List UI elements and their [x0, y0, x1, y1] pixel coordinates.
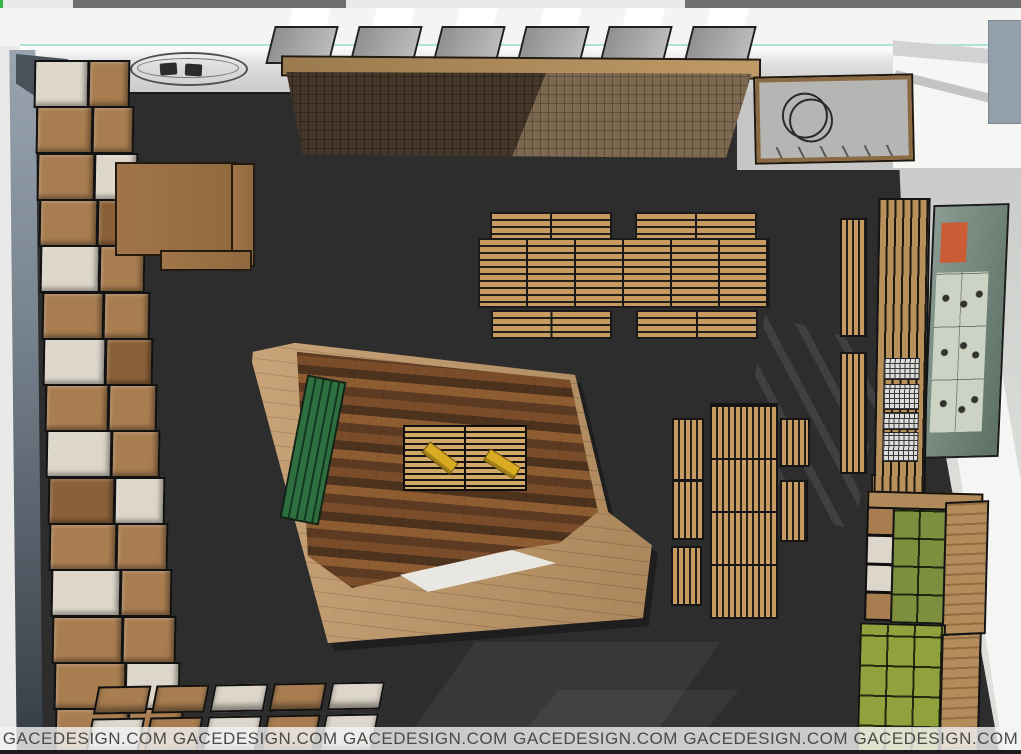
- skylight-row: [270, 8, 790, 62]
- shelf-cell: [210, 684, 269, 713]
- shelf-cell: [93, 108, 133, 152]
- shelf-row: [35, 106, 134, 154]
- shelf-row: [46, 430, 161, 478]
- slat-bench: [840, 352, 867, 474]
- shelf-cell: [45, 340, 105, 384]
- shelf-cell: [42, 247, 99, 291]
- wire-basket: [882, 432, 919, 462]
- shelf-row: [50, 569, 172, 617]
- poster-orange-stamp: [940, 222, 968, 263]
- watermark-bar: GACEDESIGN.COM GACEDESIGN.COM GACEDESIGN…: [0, 727, 1021, 750]
- watermark-text: GACEDESIGN.COM: [513, 729, 678, 749]
- green-shelf-section-1: [890, 507, 949, 624]
- shelf-cell: [107, 340, 151, 384]
- work-desk-extension: [160, 250, 252, 271]
- shelf-cell: [112, 432, 158, 476]
- shelf-row: [44, 384, 157, 432]
- shelf-cell: [90, 62, 129, 106]
- shelf-cell: [39, 155, 94, 199]
- shelf-cell: [868, 509, 893, 535]
- platform-slat-table: [403, 425, 527, 491]
- shelf-cell: [268, 683, 327, 712]
- green-shelf-wood-top-1: [942, 500, 990, 636]
- slat-bench: [780, 480, 808, 542]
- wall-poster: [922, 203, 1009, 459]
- shelf-row: [49, 523, 169, 571]
- shelf-cell: [46, 386, 107, 430]
- top-edge-strip-right: [685, 0, 1021, 8]
- wire-basket: [883, 358, 919, 380]
- counter-hatch-lines: [761, 144, 909, 158]
- top-edge-strip-left: [73, 0, 346, 8]
- shelf-cell: [115, 479, 162, 523]
- shelf-cell: [51, 525, 116, 569]
- wire-basket: [883, 412, 919, 430]
- counter-round-top-offset: [789, 98, 834, 143]
- shelf-row: [52, 616, 176, 664]
- shelf-cell: [866, 593, 891, 619]
- display-rack: [873, 198, 930, 496]
- shelf-cell: [48, 432, 111, 476]
- reception-counter: [755, 75, 913, 162]
- shelf-cell: [52, 571, 118, 615]
- shelf-cell: [104, 294, 147, 338]
- slat-bench: [840, 218, 867, 337]
- slat-bench: [672, 418, 704, 481]
- right-edge-window-panel: [988, 20, 1021, 124]
- shelf-cell: [37, 108, 90, 152]
- slat-bench: [671, 546, 702, 606]
- poster-image-grid: [930, 272, 989, 433]
- shelf-cell: [93, 686, 152, 715]
- watermark-text: GACEDESIGN.COM: [683, 729, 848, 749]
- slat-bench: [780, 418, 810, 467]
- shelf-row: [93, 682, 385, 715]
- slat-table-group-vertical: [710, 403, 778, 619]
- shelf-cell: [36, 62, 88, 106]
- bottom-edge-strip: [0, 750, 1021, 754]
- shelf-cell: [326, 682, 385, 711]
- shelf-cell: [867, 565, 892, 591]
- shelf-cell: [124, 618, 174, 662]
- shelf-cell: [121, 571, 170, 615]
- green-shelf-unit: [855, 490, 990, 754]
- watermark-text: GACEDESIGN.COM: [343, 729, 508, 749]
- shelf-cell: [151, 685, 210, 714]
- slat-table-group-horizontal: [478, 238, 770, 308]
- shelf-row: [43, 338, 154, 386]
- shelf-cell: [110, 386, 155, 430]
- wire-basket: [883, 384, 919, 410]
- shelf-cell: [40, 201, 96, 245]
- watermark-text: GACEDESIGN.COM: [173, 729, 338, 749]
- shelf-cell: [43, 294, 102, 338]
- wood-screen-panel: [284, 72, 754, 158]
- shelf-row: [34, 60, 131, 108]
- watermark-text: GACEDESIGN.COM: [853, 729, 1018, 749]
- shelf-cell: [118, 525, 166, 569]
- work-desk: [115, 162, 237, 256]
- shelf-cell: [49, 479, 113, 523]
- shelf-row: [41, 292, 149, 340]
- shelf-cell: [868, 537, 893, 563]
- shelf-cell: [54, 618, 122, 662]
- central-platform: [238, 333, 662, 653]
- slat-bench: [635, 212, 757, 240]
- interior-render: GACEDESIGN.COM GACEDESIGN.COM GACEDESIGN…: [0, 0, 1021, 754]
- slat-bench: [672, 480, 704, 540]
- watermark-text: GACEDESIGN.COM: [3, 729, 168, 749]
- slat-bench: [490, 212, 612, 240]
- shelf-row: [47, 477, 165, 525]
